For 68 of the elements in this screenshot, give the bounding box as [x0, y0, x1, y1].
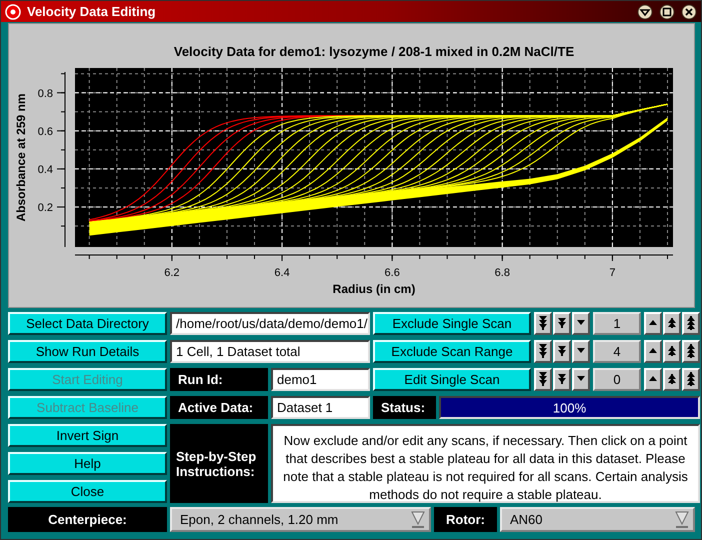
tick-label: 0.2 — [38, 202, 53, 214]
increment-button[interactable] — [644, 312, 662, 335]
action-button[interactable]: Show Run Details — [8, 340, 167, 363]
scan-action-button[interactable]: Exclude Scan Range — [373, 340, 531, 363]
decrement-button[interactable] — [553, 340, 571, 363]
active-data-label: Active Data: — [170, 396, 268, 419]
decrement-button[interactable] — [553, 312, 571, 335]
run-id-label: Run Id: — [170, 368, 268, 391]
action-button[interactable]: Close — [8, 480, 167, 503]
chart-title: Velocity Data for demo1: lysozyme / 208-1 mixed in 0.2M NaCl/TE — [174, 44, 574, 59]
progress-text: 100% — [552, 400, 586, 415]
decrement-button[interactable] — [572, 312, 590, 335]
centerpiece-dropdown[interactable]: Epon, 2 channels, 1.20 mm — [170, 507, 431, 532]
tick-label: 0.6 — [38, 126, 53, 138]
increment-button[interactable] — [644, 340, 662, 363]
tick-label: 7 — [609, 267, 616, 279]
action-button[interactable]: Help — [8, 452, 167, 475]
decrement-button[interactable] — [534, 368, 552, 391]
tick-label: 0.4 — [38, 164, 53, 176]
tick-label: 6.2 — [164, 267, 180, 279]
single-down-arrow-icon — [577, 320, 585, 327]
increment-button[interactable] — [663, 312, 681, 335]
dropdown-arrow-icon — [411, 510, 425, 528]
dropdown-arrow-icon — [675, 510, 689, 528]
increment-button[interactable] — [663, 368, 681, 391]
rotor-dropdown[interactable]: AN60 — [500, 507, 695, 532]
centerpiece-label: Centerpiece: — [8, 507, 167, 532]
increment-button[interactable] — [682, 340, 700, 363]
run-id-field: demo1 — [271, 368, 370, 391]
scan-counter[interactable]: 4 — [593, 340, 641, 363]
single-down-arrow-icon — [577, 348, 585, 355]
increment-button[interactable] — [644, 368, 662, 391]
scan-counter[interactable]: 1 — [593, 312, 641, 335]
tick-label: 6.4 — [274, 267, 290, 279]
single-up-arrow-icon — [649, 320, 657, 327]
scan-counter[interactable]: 0 — [593, 368, 641, 391]
decrement-button[interactable] — [572, 340, 590, 363]
action-button[interactable]: Invert Sign — [8, 424, 167, 447]
action-button[interactable]: Select Data Directory — [8, 312, 167, 335]
run-details-field: 1 Cell, 1 Dataset total — [170, 340, 370, 363]
instructions-text: Now exclude and/or edit any scans, if necessary. Then click on a point that describes best a stable plateau for all data in this dataset. Please note that a stable plateau is not required for all scans. Certain analysis methods do not require a stable plateau. — [271, 424, 700, 503]
rotor-label: Rotor: — [434, 507, 497, 532]
tick-label: 6.6 — [384, 267, 400, 279]
maximize-icon[interactable] — [659, 4, 675, 20]
decrement-button[interactable] — [534, 340, 552, 363]
increment-button[interactable] — [663, 340, 681, 363]
increment-button[interactable] — [682, 312, 700, 335]
minimize-icon[interactable] — [637, 4, 653, 20]
increment-button[interactable] — [682, 368, 700, 391]
decrement-button[interactable] — [572, 368, 590, 391]
scan-action-button[interactable]: Exclude Single Scan — [373, 312, 531, 335]
decrement-button[interactable] — [553, 368, 571, 391]
instructions-label: Step-by-Step Instructions: — [170, 424, 268, 503]
directory-field[interactable]: /home/root/us/data/demo/demo1/ — [170, 312, 370, 335]
active-data-field: Dataset 1 — [271, 396, 370, 419]
tick-label: 0.8 — [38, 88, 53, 100]
tick-label: 6.8 — [494, 267, 510, 279]
single-up-arrow-icon — [649, 348, 657, 355]
y-axis-title: Absorbance at 259 nm — [14, 93, 28, 222]
close-icon[interactable] — [681, 4, 697, 20]
scan-action-button[interactable]: Edit Single Scan — [373, 368, 531, 391]
decrement-button[interactable] — [534, 312, 552, 335]
single-down-arrow-icon — [577, 376, 585, 383]
window-title: Velocity Data Editing — [27, 4, 157, 19]
app-icon — [5, 4, 21, 20]
x-axis-title: Radius (in cm) — [332, 282, 416, 296]
single-up-arrow-icon — [649, 376, 657, 383]
status-label: Status: — [373, 396, 436, 419]
